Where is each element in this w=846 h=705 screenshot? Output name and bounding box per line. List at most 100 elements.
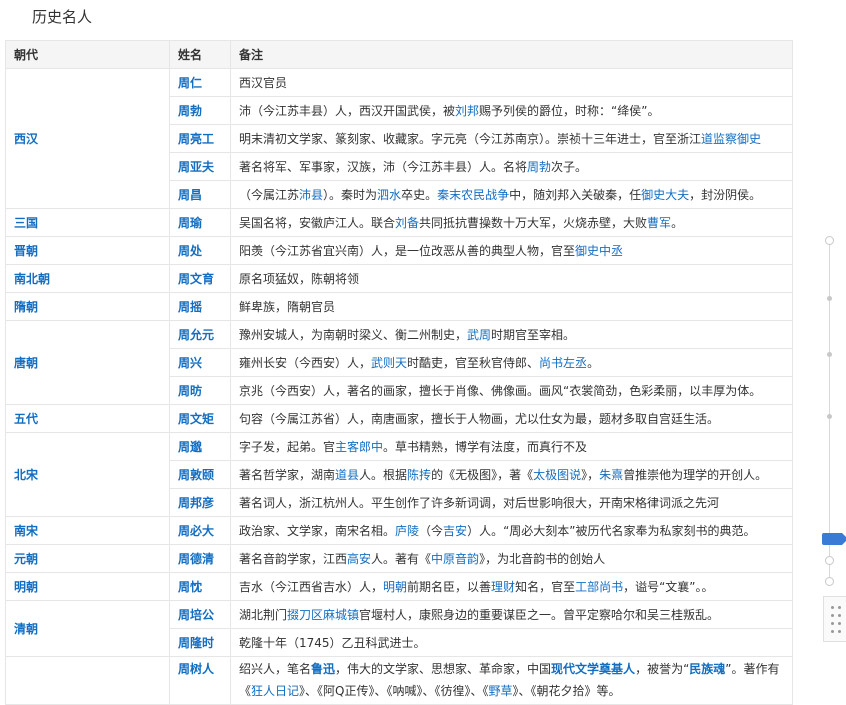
table-row: 晋朝 周处 阳羡（今江苏省宜兴南）人，是一位改恶从善的典型人物，官至御史中丞 bbox=[5, 236, 793, 265]
person-name-link[interactable]: 周瑜 bbox=[169, 208, 231, 237]
note-text: 的《无极图》，著《 bbox=[431, 467, 534, 482]
dynasty-cell[interactable]: 元朝 bbox=[5, 544, 170, 573]
note-link[interactable]: 吉安 bbox=[443, 524, 467, 538]
note-text: 政治家、文学家，南宋名相。 bbox=[239, 523, 396, 538]
person-name-link[interactable]: 周兴 bbox=[169, 348, 231, 377]
timeline-dot[interactable] bbox=[827, 352, 832, 357]
person-name-link[interactable]: 周亮工 bbox=[169, 124, 231, 153]
dynasty-cell[interactable]: 北宋 bbox=[5, 432, 170, 517]
note-link[interactable]: 狂人日记 bbox=[251, 684, 299, 698]
table-row: 西汉 周仁 西汉官员 bbox=[5, 68, 793, 209]
note-cell: 明末清初文学家、篆刻家、收藏家。字元亮（今江苏南京）。崇祯十三年进士，官至浙江道… bbox=[230, 124, 793, 153]
person-name-link[interactable]: 周培公 bbox=[169, 600, 231, 629]
note-link[interactable]: 高安 bbox=[347, 552, 371, 566]
note-text: 。 bbox=[587, 355, 600, 370]
note-link[interactable]: 道县 bbox=[335, 468, 359, 482]
dynasty-cell[interactable]: 西汉 bbox=[5, 68, 170, 209]
grid-icon[interactable] bbox=[823, 596, 846, 642]
note-text: 湖北荆门 bbox=[239, 607, 288, 622]
person-name-link[interactable]: 周允元 bbox=[169, 320, 231, 349]
note-link[interactable]: 明朝 bbox=[383, 580, 407, 594]
dynasty-cell[interactable]: 南宋 bbox=[5, 516, 170, 545]
note-link[interactable]: 御史大夫 bbox=[641, 188, 689, 202]
note-link[interactable]: 主客郎中 bbox=[335, 440, 383, 454]
person-name-link[interactable]: 周仁 bbox=[169, 68, 231, 97]
person-name-link[interactable]: 周文育 bbox=[169, 264, 231, 293]
person-name-link[interactable]: 周处 bbox=[169, 236, 231, 265]
note-link[interactable]: 朱熹 bbox=[599, 468, 623, 482]
note-link[interactable]: 庐陵 bbox=[395, 524, 419, 538]
note-link[interactable]: 曹军 bbox=[647, 216, 671, 230]
dynasty-cell[interactable]: 南北朝 bbox=[5, 264, 170, 293]
note-link[interactable]: 泗水 bbox=[377, 188, 401, 202]
dynasty-cell[interactable]: 清朝 bbox=[5, 600, 170, 657]
person-name-link[interactable]: 周隆时 bbox=[169, 628, 231, 657]
note-cell: 政治家、文学家，南宋名相。庐陵（今吉安）人。“周必大刻本”被历代名家奉为私家刻书… bbox=[230, 516, 793, 545]
dynasty-cell[interactable]: 明朝 bbox=[5, 572, 170, 601]
person-name-link[interactable]: 周必大 bbox=[169, 516, 231, 545]
note-text: 乾隆十年（1745）乙丑科武进士。 bbox=[239, 635, 426, 650]
person-name-link[interactable]: 周亚夫 bbox=[169, 152, 231, 181]
note-link[interactable]: 民族魂 bbox=[689, 662, 725, 676]
person-name-link[interactable]: 周昌 bbox=[169, 180, 231, 209]
note-link[interactable]: 太极图说 bbox=[533, 468, 581, 482]
note-link[interactable]: 刘备 bbox=[395, 216, 419, 230]
dynasty-cell[interactable] bbox=[5, 656, 170, 705]
timeline-current-marker[interactable] bbox=[822, 533, 846, 545]
timeline-node[interactable] bbox=[825, 577, 834, 586]
person-name-link[interactable]: 周敦颐 bbox=[169, 460, 231, 489]
note-text: 沛（今江苏丰县）人，西汉开国武侯，被 bbox=[239, 103, 456, 118]
table-row: 清朝 周培公 湖北荆门掇刀区麻城镇官堰村人，康熙身边的重要谋臣之一。曾平定察哈尔和吴… bbox=[5, 600, 793, 657]
timeline-node[interactable] bbox=[825, 556, 834, 565]
person-name-link[interactable]: 周文矩 bbox=[169, 404, 231, 433]
note-link[interactable]: 工部尚书 bbox=[575, 580, 623, 594]
person-name-link[interactable]: 周树人 bbox=[169, 656, 231, 705]
note-text: ，伟大的文学家、思想家、革命家，中国 bbox=[335, 662, 552, 676]
note-link[interactable]: 秦末农民战争 bbox=[437, 188, 509, 202]
dynasty-cell[interactable]: 晋朝 bbox=[5, 236, 170, 265]
note-link[interactable]: 掇刀区麻城镇 bbox=[287, 608, 359, 622]
note-text: 》，为北音韵书的创始人 bbox=[479, 551, 606, 566]
dynasty-cell[interactable]: 五代 bbox=[5, 404, 170, 433]
table-row: 周树人 绍兴人，笔名鲁迅，伟大的文学家、思想家、革命家，中国现代文学奠基人，被誉为… bbox=[5, 656, 793, 705]
person-name-link[interactable]: 周德清 bbox=[169, 544, 231, 573]
note-link[interactable]: 野草 bbox=[488, 684, 512, 698]
note-link[interactable]: 御史中丞 bbox=[575, 244, 623, 258]
note-text: 著名将军、军事家，汉族，沛（今江苏丰县）人。名将 bbox=[239, 159, 528, 174]
person-name-link[interactable]: 周邦彦 bbox=[169, 488, 231, 517]
note-link[interactable]: 武则天 bbox=[371, 356, 407, 370]
note-link[interactable]: 中原音韵 bbox=[431, 552, 479, 566]
note-cell: 著名哲学家，湖南道县人。根据陈抟的《无极图》，著《太极图说》，朱熹曾推崇他为理学… bbox=[230, 460, 793, 489]
note-cell: 著名音韵学家，江西高安人。著有《中原音韵》，为北音韵书的创始人 bbox=[230, 544, 793, 573]
dynasty-cell[interactable]: 三国 bbox=[5, 208, 170, 237]
note-link[interactable]: 武周 bbox=[467, 328, 491, 342]
dynasty-cell[interactable]: 隋朝 bbox=[5, 292, 170, 321]
person-name-link[interactable]: 周昉 bbox=[169, 376, 231, 405]
note-text: 豫州安城人，为南朝时梁义、衡二州制史， bbox=[239, 327, 468, 342]
note-cell: 著名词人，浙江杭州人。平生创作了许多新词调，对后世影响很大，开南宋格律词派之先河 bbox=[230, 488, 793, 517]
note-text: 官堰村人，康熙身边的重要谋臣之一。曾平定察哈尔和吴三桂叛乱。 bbox=[359, 607, 720, 622]
note-link[interactable]: 鲁迅 bbox=[311, 662, 335, 676]
dynasty-cell[interactable]: 唐朝 bbox=[5, 320, 170, 405]
person-name-link[interactable]: 周摇 bbox=[169, 292, 231, 321]
note-text: 吉水（今江西省吉水）人， bbox=[239, 579, 384, 594]
note-link[interactable]: 理财 bbox=[491, 580, 515, 594]
note-link[interactable]: 周勃 bbox=[527, 160, 551, 174]
note-text: 知名，官至 bbox=[515, 579, 576, 594]
person-name-link[interactable]: 周邈 bbox=[169, 432, 231, 461]
note-text: （今属江苏 bbox=[239, 187, 300, 202]
note-link[interactable]: 现代文学奠基人 bbox=[551, 662, 635, 676]
note-text: 》、《阿Q正传》、《呐喊》、《彷徨》、《 bbox=[299, 684, 489, 698]
note-link[interactable]: 沛县 bbox=[299, 188, 323, 202]
person-name-link[interactable]: 周忱 bbox=[169, 572, 231, 601]
note-link[interactable]: 刘邦 bbox=[455, 104, 479, 118]
timeline-dot[interactable] bbox=[827, 414, 832, 419]
note-link[interactable]: 陈抟 bbox=[407, 468, 431, 482]
note-link[interactable]: 道监察御史 bbox=[701, 132, 761, 146]
note-link[interactable]: 尚书左丞 bbox=[539, 356, 587, 370]
person-name-link[interactable]: 周勃 bbox=[169, 96, 231, 125]
timeline-dot[interactable] bbox=[827, 296, 832, 301]
timeline-node[interactable] bbox=[825, 236, 834, 245]
note-cell: 吉水（今江西省吉水）人，明朝前期名臣，以善理财知名，官至工部尚书，谥号“文襄”。… bbox=[230, 572, 793, 601]
table-row: 北宋 周邈 字子发，起弟。官主客郎中。草书精熟，博学有法度，而真行不及 bbox=[5, 432, 793, 517]
